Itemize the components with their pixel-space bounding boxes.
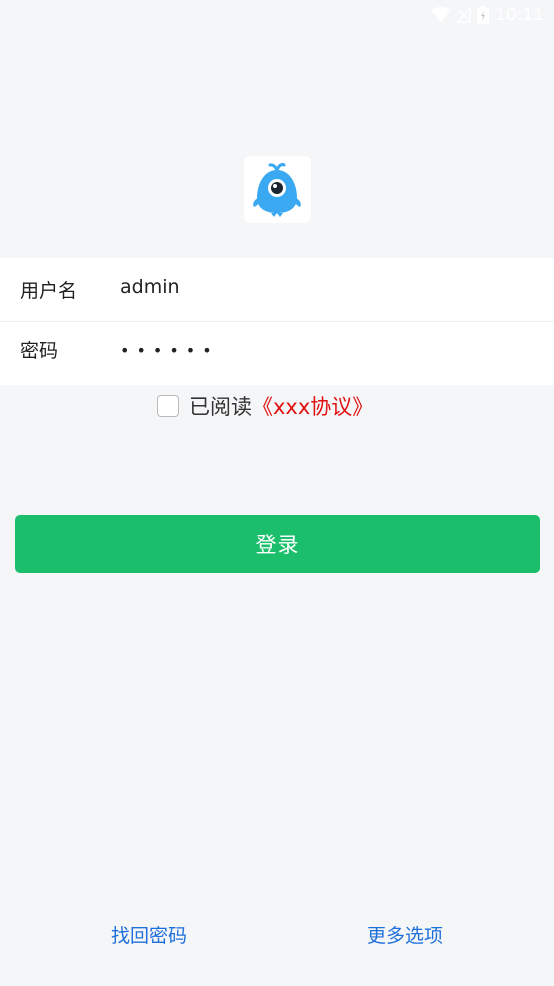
username-input[interactable] — [120, 267, 520, 307]
status-icons: 10:11 — [431, 5, 544, 25]
agreement-link[interactable]: 《xxx协议》 — [252, 391, 373, 421]
agreement-prefix: 已阅读 — [189, 395, 252, 419]
status-time: 10:11 — [495, 5, 544, 25]
app-logo — [244, 156, 311, 223]
username-label: 用户名 — [20, 280, 78, 302]
agreement-row: 已阅读 《xxx协议》 — [157, 393, 373, 419]
agreement-checkbox[interactable] — [157, 395, 179, 417]
wifi-icon — [431, 7, 451, 22]
password-input[interactable] — [120, 330, 520, 370]
forgot-password-link[interactable]: 找回密码 — [111, 922, 187, 950]
login-button[interactable]: 登录 — [15, 515, 540, 573]
login-form: 用户名 密码 — [0, 258, 554, 385]
battery-icon — [477, 6, 489, 24]
app-logo-icon — [253, 163, 301, 217]
more-options-link[interactable]: 更多选项 — [367, 922, 443, 950]
username-row: 用户名 — [0, 258, 554, 321]
status-bar: 10:11 — [0, 0, 554, 30]
signal-icon — [457, 7, 471, 23]
password-label: 密码 — [20, 340, 59, 362]
password-row: 密码 — [0, 322, 554, 385]
